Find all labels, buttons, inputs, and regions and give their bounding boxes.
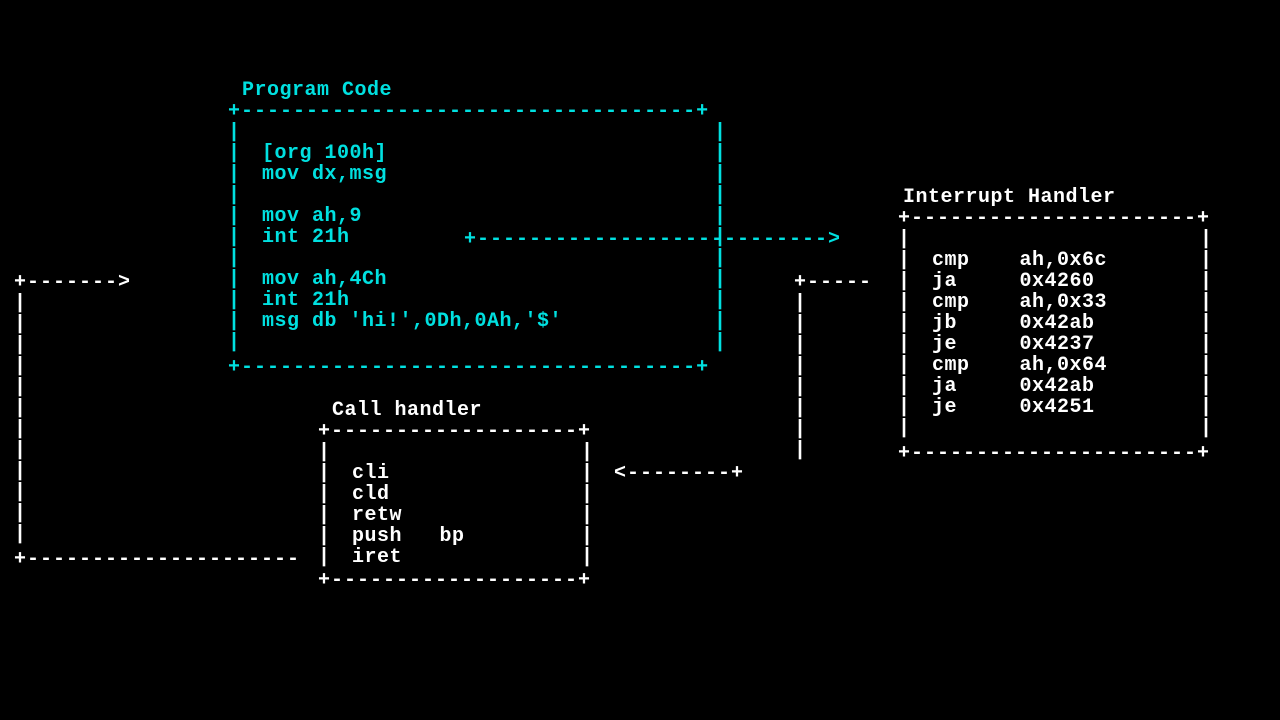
box-border-bottom: +-------------------+ (318, 570, 591, 591)
box-border-left: | | | | | | | | | | | (228, 122, 241, 353)
box-border-top: +-----------------------------------+ (228, 101, 709, 122)
interrupt-handler-title: Interrupt Handler (903, 187, 1116, 208)
box-border-bottom: +----------------------+ (898, 443, 1210, 464)
arrow-program-to-interrupt: +---------------------------> (464, 229, 841, 250)
program-code-title: Program Code (242, 80, 392, 101)
box-border-right: | | | | | | (581, 442, 594, 568)
box-border-left: | | | | | | (318, 442, 331, 568)
interrupt-handler-content: cmp ah,0x6c ja 0x4260 cmp ah,0x33 jb 0x4… (932, 250, 1107, 418)
box-border-top: +-------------------+ (318, 421, 591, 442)
box-border-top: +----------------------+ (898, 208, 1210, 229)
box-border-bottom: +-----------------------------------+ (228, 357, 709, 378)
call-handler-content: cli cld retw push bp iret (352, 463, 465, 568)
box-border-right: | | | | | | | | | | (1200, 229, 1213, 439)
call-handler-title: Call handler (332, 400, 482, 421)
box-border-left: | | | | | | | | | | (898, 229, 911, 439)
